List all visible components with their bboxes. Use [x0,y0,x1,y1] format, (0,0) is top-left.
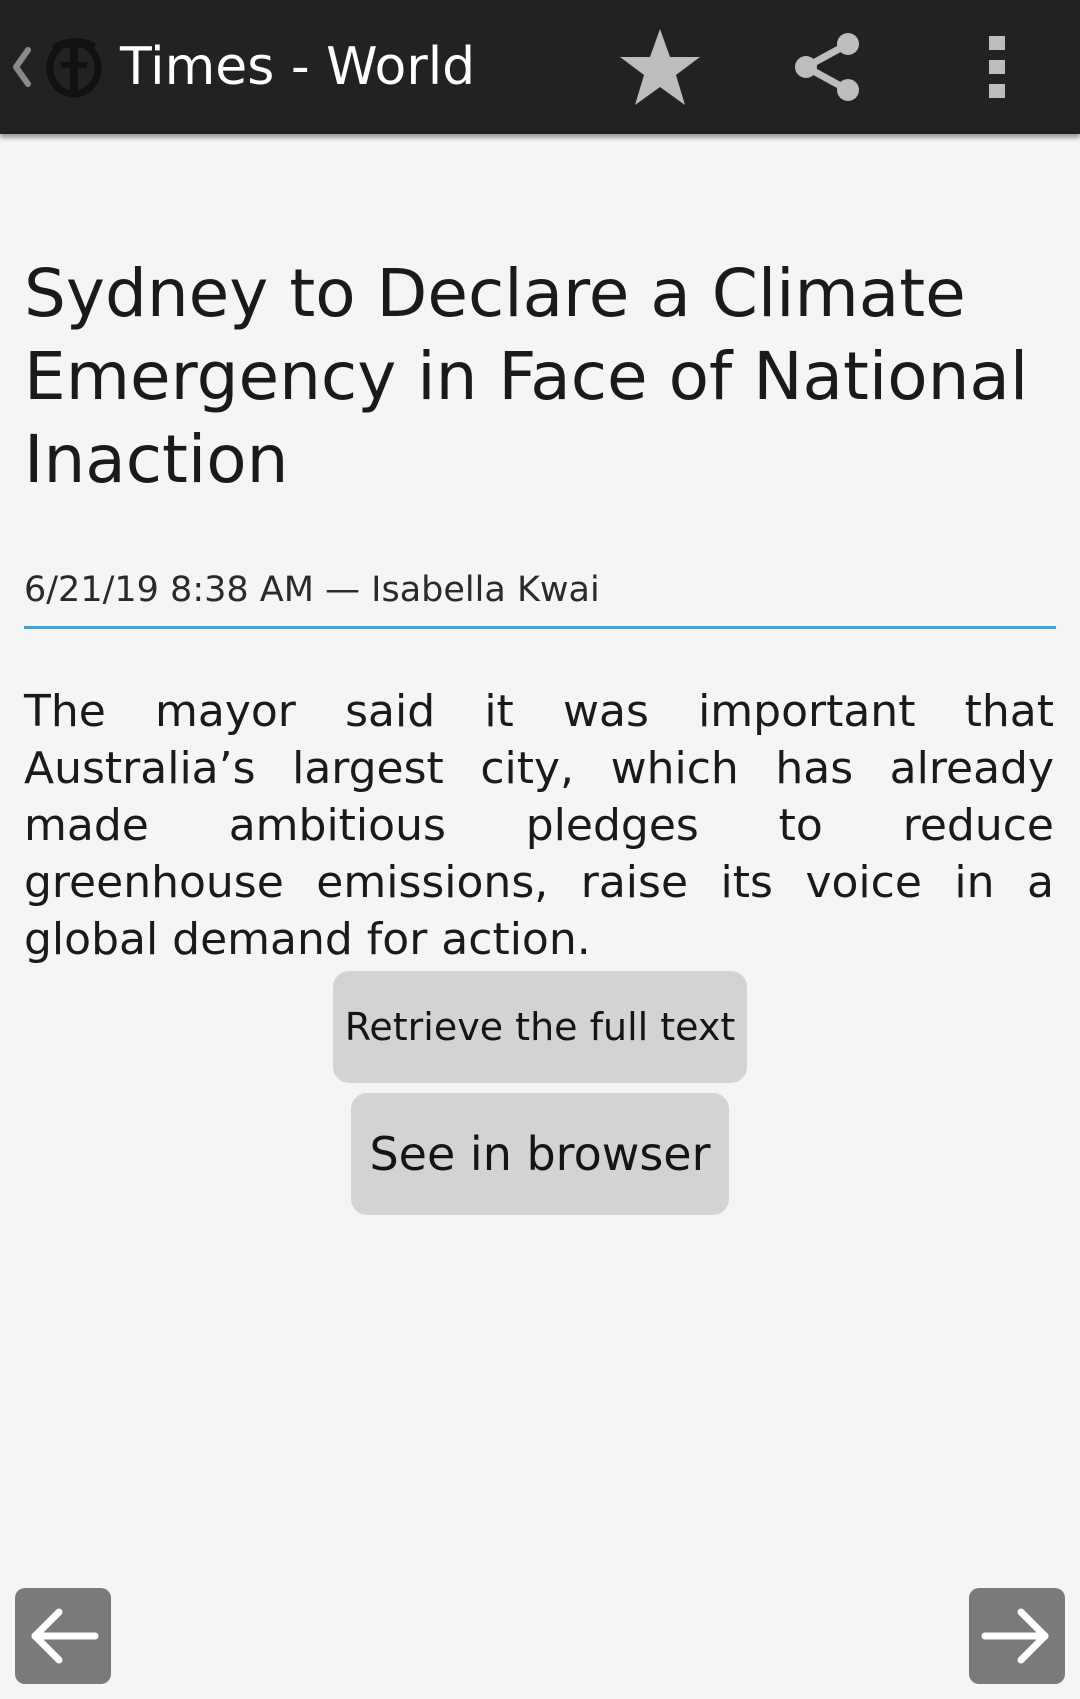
up-button[interactable] [0,0,110,134]
share-icon [795,33,859,101]
previous-article-button[interactable] [15,1588,111,1684]
arrow-left-icon [31,1608,99,1664]
star-icon [620,29,700,105]
more-vert-icon [989,36,1005,98]
meta-divider [24,626,1056,629]
article-summary: The mayor said it was important that Aus… [24,686,1054,965]
arrow-right-icon [981,1608,1049,1664]
see-in-browser-button[interactable]: See in browser [351,1093,729,1215]
next-article-button[interactable] [969,1588,1065,1684]
article-headline: Sydney to Declare a Climate Emergency in… [24,255,1029,498]
article-date-author: 6/21/19 8:38 AM — Isabella Kwai [24,570,600,610]
action-bar: Times - World [0,0,1080,134]
retrieve-full-text-button[interactable]: Retrieve the full text [333,971,747,1083]
overflow-menu-button[interactable] [937,0,1057,134]
chevron-left-icon [13,47,31,87]
app-title: Times - World [120,37,476,97]
favorite-button[interactable] [600,0,720,134]
share-button[interactable] [768,0,888,134]
nyt-t-logo-icon [46,38,102,98]
